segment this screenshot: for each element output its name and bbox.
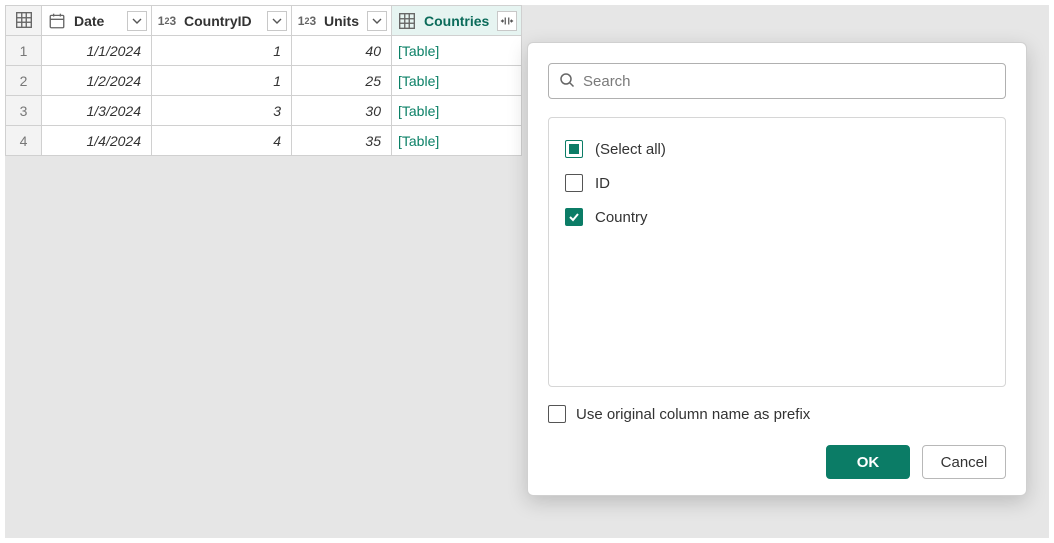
table-type-icon: [396, 11, 418, 31]
expand-column-button[interactable]: [497, 11, 517, 31]
table-row[interactable]: 4 1/4/2024 4 35 [Table]: [6, 126, 522, 156]
cell-date[interactable]: 1/3/2024: [42, 96, 152, 126]
column-header-date[interactable]: Date: [42, 6, 152, 36]
table-body: 1 1/1/2024 1 40 [Table] 2 1/2/2024 1 25 …: [6, 36, 522, 156]
checkbox-checked-icon[interactable]: [565, 208, 583, 226]
data-table: Date 123 CountryID: [5, 5, 522, 156]
column-options-list: (Select all) ID Country: [548, 117, 1006, 387]
header-row: Date 123 CountryID: [6, 6, 522, 36]
prefix-option-row[interactable]: Use original column name as prefix: [548, 405, 1006, 423]
cell-units[interactable]: 35: [292, 126, 392, 156]
cell-countries[interactable]: [Table]: [392, 66, 522, 96]
column-filter-dropdown[interactable]: [267, 11, 287, 31]
ok-button[interactable]: OK: [826, 445, 910, 479]
column-name: Date: [72, 13, 123, 29]
search-icon: [559, 72, 575, 91]
table-row[interactable]: 3 1/3/2024 3 30 [Table]: [6, 96, 522, 126]
column-header-countries[interactable]: Countries: [392, 6, 522, 36]
table-row[interactable]: 1 1/1/2024 1 40 [Table]: [6, 36, 522, 66]
column-name: Units: [322, 13, 363, 29]
cancel-button[interactable]: Cancel: [922, 445, 1006, 479]
cell-units[interactable]: 40: [292, 36, 392, 66]
prefix-label: Use original column name as prefix: [576, 406, 810, 423]
option-label: Country: [595, 209, 648, 226]
cell-countries[interactable]: [Table]: [392, 96, 522, 126]
cell-date[interactable]: 1/4/2024: [42, 126, 152, 156]
cell-countries[interactable]: [Table]: [392, 36, 522, 66]
option-label: ID: [595, 175, 610, 192]
column-name: CountryID: [182, 13, 263, 29]
cell-countries[interactable]: [Table]: [392, 126, 522, 156]
checkbox-unchecked-icon[interactable]: [565, 174, 583, 192]
column-header-units[interactable]: 123 Units: [292, 6, 392, 36]
dialog-buttons: OK Cancel: [548, 445, 1006, 479]
date-type-icon: [46, 11, 68, 31]
number-type-icon: 123: [156, 11, 178, 31]
cell-countryid[interactable]: 4: [152, 126, 292, 156]
cell-date[interactable]: 1/1/2024: [42, 36, 152, 66]
column-name: Countries: [422, 13, 493, 29]
row-number: 4: [6, 126, 42, 156]
row-number: 1: [6, 36, 42, 66]
checkbox-unchecked-icon[interactable]: [548, 405, 566, 423]
option-select-all[interactable]: (Select all): [565, 132, 989, 166]
cell-countryid[interactable]: 1: [152, 66, 292, 96]
expand-column-dialog: (Select all) ID Country Use original col…: [527, 42, 1027, 496]
search-field[interactable]: [548, 63, 1006, 99]
row-number: 2: [6, 66, 42, 96]
option-country[interactable]: Country: [565, 200, 989, 234]
row-number: 3: [6, 96, 42, 126]
cell-units[interactable]: 30: [292, 96, 392, 126]
search-input[interactable]: [583, 73, 995, 90]
column-filter-dropdown[interactable]: [367, 11, 387, 31]
option-label: (Select all): [595, 141, 666, 158]
table-icon: [13, 10, 35, 30]
cell-countryid[interactable]: 3: [152, 96, 292, 126]
cell-date[interactable]: 1/2/2024: [42, 66, 152, 96]
cell-countryid[interactable]: 1: [152, 36, 292, 66]
cell-units[interactable]: 25: [292, 66, 392, 96]
column-header-countryid[interactable]: 123 CountryID: [152, 6, 292, 36]
number-type-icon: 123: [296, 11, 318, 31]
table-row[interactable]: 2 1/2/2024 1 25 [Table]: [6, 66, 522, 96]
option-id[interactable]: ID: [565, 166, 989, 200]
checkbox-indeterminate-icon[interactable]: [565, 140, 583, 158]
corner-cell[interactable]: [6, 6, 42, 36]
column-filter-dropdown[interactable]: [127, 11, 147, 31]
